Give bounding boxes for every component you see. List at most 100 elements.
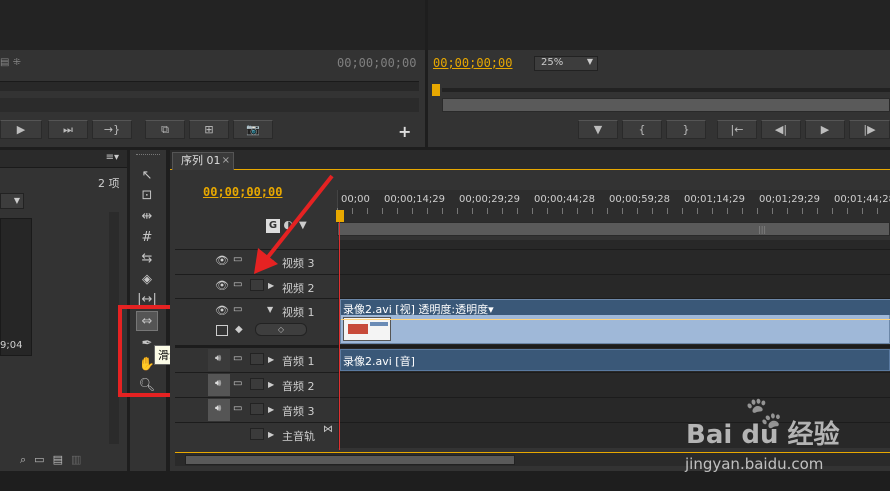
track-label-video1: 视频 1 bbox=[282, 306, 315, 319]
source-step-forward-button[interactable]: ⏭ bbox=[48, 120, 88, 139]
project-item-count: 2 项 bbox=[98, 177, 120, 190]
program-timecode: 00;00;00;00 bbox=[433, 56, 513, 70]
work-area-bar[interactable] bbox=[337, 222, 890, 236]
sequence-tab-label: 序列 01 bbox=[181, 154, 221, 167]
project-thumbnail-area bbox=[0, 218, 32, 356]
watermark-url: jingyan.baidu.com bbox=[685, 455, 824, 473]
search-icon[interactable]: ⌕ bbox=[20, 453, 34, 466]
opacity-line[interactable] bbox=[341, 319, 890, 320]
source-export-frame-button[interactable]: 📷 bbox=[233, 120, 273, 139]
new-item-icon[interactable]: ▤ bbox=[53, 453, 71, 466]
source-play-button[interactable]: ▶ bbox=[0, 120, 42, 139]
ruler-label: 00;00;29;29 bbox=[459, 194, 521, 205]
source-video-area bbox=[0, 0, 425, 50]
watermark-brand: Bai du 经验 bbox=[686, 420, 840, 450]
lock-box-icon[interactable] bbox=[250, 279, 264, 291]
expand-triangle-icon[interactable]: ▶ bbox=[268, 380, 274, 389]
ruler-label: 00;00;59;28 bbox=[609, 194, 671, 205]
zoom-select[interactable]: 25% ▼ bbox=[534, 56, 598, 71]
program-video-area bbox=[428, 0, 890, 50]
panel-menu-icon[interactable]: ≡▾ bbox=[106, 152, 119, 163]
close-icon[interactable]: × bbox=[222, 153, 230, 169]
program-monitor: 00;00;00;00 25% ▼ ▼ { } |← ◀| ▶ |▶ bbox=[428, 0, 890, 147]
ruler-label: 00;01;14;29 bbox=[684, 194, 746, 205]
mark-out-button[interactable]: } bbox=[666, 120, 706, 139]
ruler-label: 00;00;44;28 bbox=[534, 194, 596, 205]
project-dropdown[interactable]: ▼ bbox=[0, 193, 24, 209]
ruler-label: 00;00 bbox=[341, 194, 370, 205]
step-back-button[interactable]: ◀| bbox=[761, 120, 801, 139]
work-area-grip: ||| bbox=[758, 225, 767, 234]
video-clip-thumbnail bbox=[343, 317, 391, 341]
track-label-video2: 视频 2 bbox=[282, 282, 315, 295]
source-overlay-button[interactable]: ⊞ bbox=[189, 120, 229, 139]
delete-icon[interactable]: ▥ bbox=[71, 453, 89, 466]
keyframe-navigator[interactable]: ◇ bbox=[255, 323, 307, 336]
ruler-label: 00;01;29;29 bbox=[759, 194, 821, 205]
ripple-edit-tool-icon[interactable]: ⇹ bbox=[136, 206, 158, 226]
lock-box-icon[interactable] bbox=[250, 378, 264, 390]
mark-in-button[interactable]: { bbox=[622, 120, 662, 139]
ruler-label: 00;00;14;29 bbox=[384, 194, 446, 205]
lock-box-icon[interactable] bbox=[250, 403, 264, 415]
source-go-out-button[interactable]: →} bbox=[92, 120, 132, 139]
timeline-tab-bar bbox=[170, 150, 890, 170]
expand-triangle-icon[interactable]: ▶ bbox=[268, 430, 274, 439]
camera-icon[interactable]: ▭ bbox=[233, 304, 242, 315]
camera-icon[interactable]: ▭ bbox=[233, 279, 242, 290]
audio-mute-icon[interactable]: ▭ bbox=[233, 403, 242, 414]
audio-clip[interactable]: 录像2.avi [音] bbox=[340, 349, 890, 371]
step-forward-button[interactable]: |▶ bbox=[849, 120, 890, 139]
video-clip[interactable]: 录像2.avi [视] 透明度:透明度▾ bbox=[340, 299, 890, 344]
eye-icon[interactable]: 👁︎ bbox=[215, 304, 229, 317]
track-select-tool-icon[interactable]: ⊡ bbox=[136, 185, 158, 205]
tools-grip bbox=[136, 154, 160, 157]
source-scroll-bar[interactable] bbox=[0, 98, 419, 112]
keyframe-icon[interactable]: ◆ bbox=[235, 324, 243, 335]
audio-mute-icon[interactable]: ▭ bbox=[233, 378, 242, 389]
collapse-triangle-icon[interactable]: ▼ bbox=[267, 305, 273, 314]
track-label-audio1: 音频 1 bbox=[282, 355, 315, 368]
zoom-value: 25% bbox=[541, 57, 564, 68]
add-button[interactable]: + bbox=[398, 122, 411, 141]
track-divider bbox=[175, 372, 890, 373]
master-marker-icon: ⋈ bbox=[323, 424, 333, 435]
add-marker-button[interactable]: ▼ bbox=[578, 120, 618, 139]
rate-stretch-tool-icon[interactable]: ⇆ bbox=[136, 248, 158, 268]
audio-clip-label: 录像2.avi [音] bbox=[343, 355, 415, 368]
audio-mute-icon[interactable]: ▭ bbox=[233, 353, 242, 364]
expand-triangle-icon[interactable]: ▶ bbox=[268, 281, 274, 290]
speaker-icon[interactable]: 🔊︎ bbox=[215, 353, 221, 364]
ruler-ticks bbox=[337, 208, 890, 214]
speaker-icon[interactable]: 🔊︎ bbox=[215, 378, 221, 389]
eye-icon[interactable]: 👁︎ bbox=[215, 279, 229, 292]
eye-icon[interactable]: 👁︎ bbox=[215, 254, 229, 267]
lock-box-icon[interactable] bbox=[250, 353, 264, 365]
program-play-button[interactable]: ▶ bbox=[805, 120, 845, 139]
program-scroll-bar[interactable] bbox=[442, 98, 890, 112]
display-style-icon[interactable] bbox=[216, 325, 228, 336]
project-bottom-icons: ⌕▭▤▥ bbox=[20, 453, 89, 467]
program-playhead-marker[interactable] bbox=[432, 84, 440, 96]
rolling-edit-tool-icon[interactable]: # bbox=[136, 227, 158, 247]
go-to-in-button[interactable]: |← bbox=[717, 120, 757, 139]
razor-tool-icon[interactable]: ◈ bbox=[136, 269, 158, 289]
project-timecode-fragment: 9;04 bbox=[0, 340, 23, 351]
timeline-scroll-thumb[interactable] bbox=[185, 455, 515, 465]
ruler-label: 00;01;44;28 bbox=[834, 194, 890, 205]
new-bin-icon[interactable]: ▭ bbox=[34, 453, 52, 466]
lock-box-icon[interactable] bbox=[250, 428, 264, 440]
sequence-tab[interactable]: 序列 01 × bbox=[172, 152, 234, 170]
program-scrub-bar[interactable] bbox=[442, 88, 890, 92]
project-panel: ≡▾ 2 项 ▼ 9;04 ⌕▭▤▥ bbox=[0, 150, 127, 471]
selection-tool-icon[interactable]: ↖ bbox=[136, 165, 158, 185]
source-insert-button[interactable]: ⧉ bbox=[145, 120, 185, 139]
expand-triangle-icon[interactable]: ▶ bbox=[268, 405, 274, 414]
track-divider bbox=[175, 345, 890, 348]
expand-triangle-icon[interactable]: ▶ bbox=[268, 355, 274, 364]
speaker-icon[interactable]: 🔊︎ bbox=[215, 403, 221, 414]
source-scrub-bar[interactable] bbox=[0, 81, 419, 91]
baidu-watermark-logo: 🐾︎ Bai du 经验 bbox=[680, 394, 890, 460]
track-label-audio3: 音频 3 bbox=[282, 405, 315, 418]
video-clip-label: 录像2.avi [视] 透明度:透明度▾ bbox=[343, 303, 494, 316]
